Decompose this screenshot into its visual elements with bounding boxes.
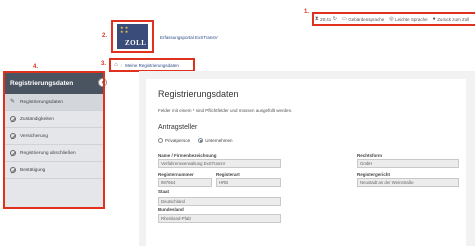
annotation-box-2 — [111, 20, 154, 53]
annotation-box-1 — [312, 12, 475, 26]
legal-form-field[interactable]: GmbH — [357, 159, 459, 168]
applicant-heading: Antragsteller — [158, 124, 198, 131]
radio-circle-icon — [158, 138, 163, 143]
state-field[interactable]: Deutschland — [158, 197, 281, 206]
radio-privatperson[interactable]: Privatperson — [158, 138, 190, 143]
required-fields-hint: Felder mit einem * sind Pflichtfelder un… — [158, 108, 293, 113]
radio-selected-icon — [198, 138, 204, 143]
annotation-number-2: 2. — [102, 33, 108, 39]
applicant-type-radio-group: Privatperson Unternehmen — [158, 138, 233, 143]
radio-label: Privatperson — [165, 138, 191, 143]
reg-type-field[interactable]: HRB — [216, 178, 281, 187]
radio-label: Unternehmen — [205, 138, 233, 143]
reg-number-field[interactable]: 987654 — [158, 178, 212, 187]
annotation-box-4 — [3, 71, 105, 209]
radio-unternehmen[interactable]: Unternehmen — [198, 138, 233, 143]
name-label: Name / Firmenbezeichnung — [158, 153, 217, 158]
main-content: Registrierungsdaten Felder mit einem * s… — [139, 71, 475, 246]
reg-court-field[interactable]: Neustadt an der Weinstraße — [357, 178, 459, 187]
annotation-number-1: 1. — [304, 9, 310, 15]
annotation-number-4: 4. — [33, 64, 39, 70]
reg-type-label: Registerart — [216, 172, 240, 177]
portal-title: Erfassungsportal ExSTransV — [160, 35, 218, 40]
annotation-box-3 — [109, 58, 195, 72]
name-field[interactable]: Verfahrensverwaltung ExSTransV — [158, 159, 281, 168]
reg-number-label: Registernummer — [158, 172, 194, 177]
reg-court-label: Registergericht — [357, 172, 391, 177]
form-card: Registrierungsdaten Felder mit einem * s… — [146, 79, 466, 246]
state-label: Staat — [158, 189, 170, 194]
federal-state-field[interactable]: Rheinland-Pfalz — [158, 214, 281, 223]
page-title: Registrierungsdaten — [158, 89, 239, 99]
annotation-number-3: 3. — [101, 61, 107, 67]
legal-form-label: Rechtsform — [357, 153, 383, 158]
federal-state-label: Bundesland — [158, 207, 184, 212]
